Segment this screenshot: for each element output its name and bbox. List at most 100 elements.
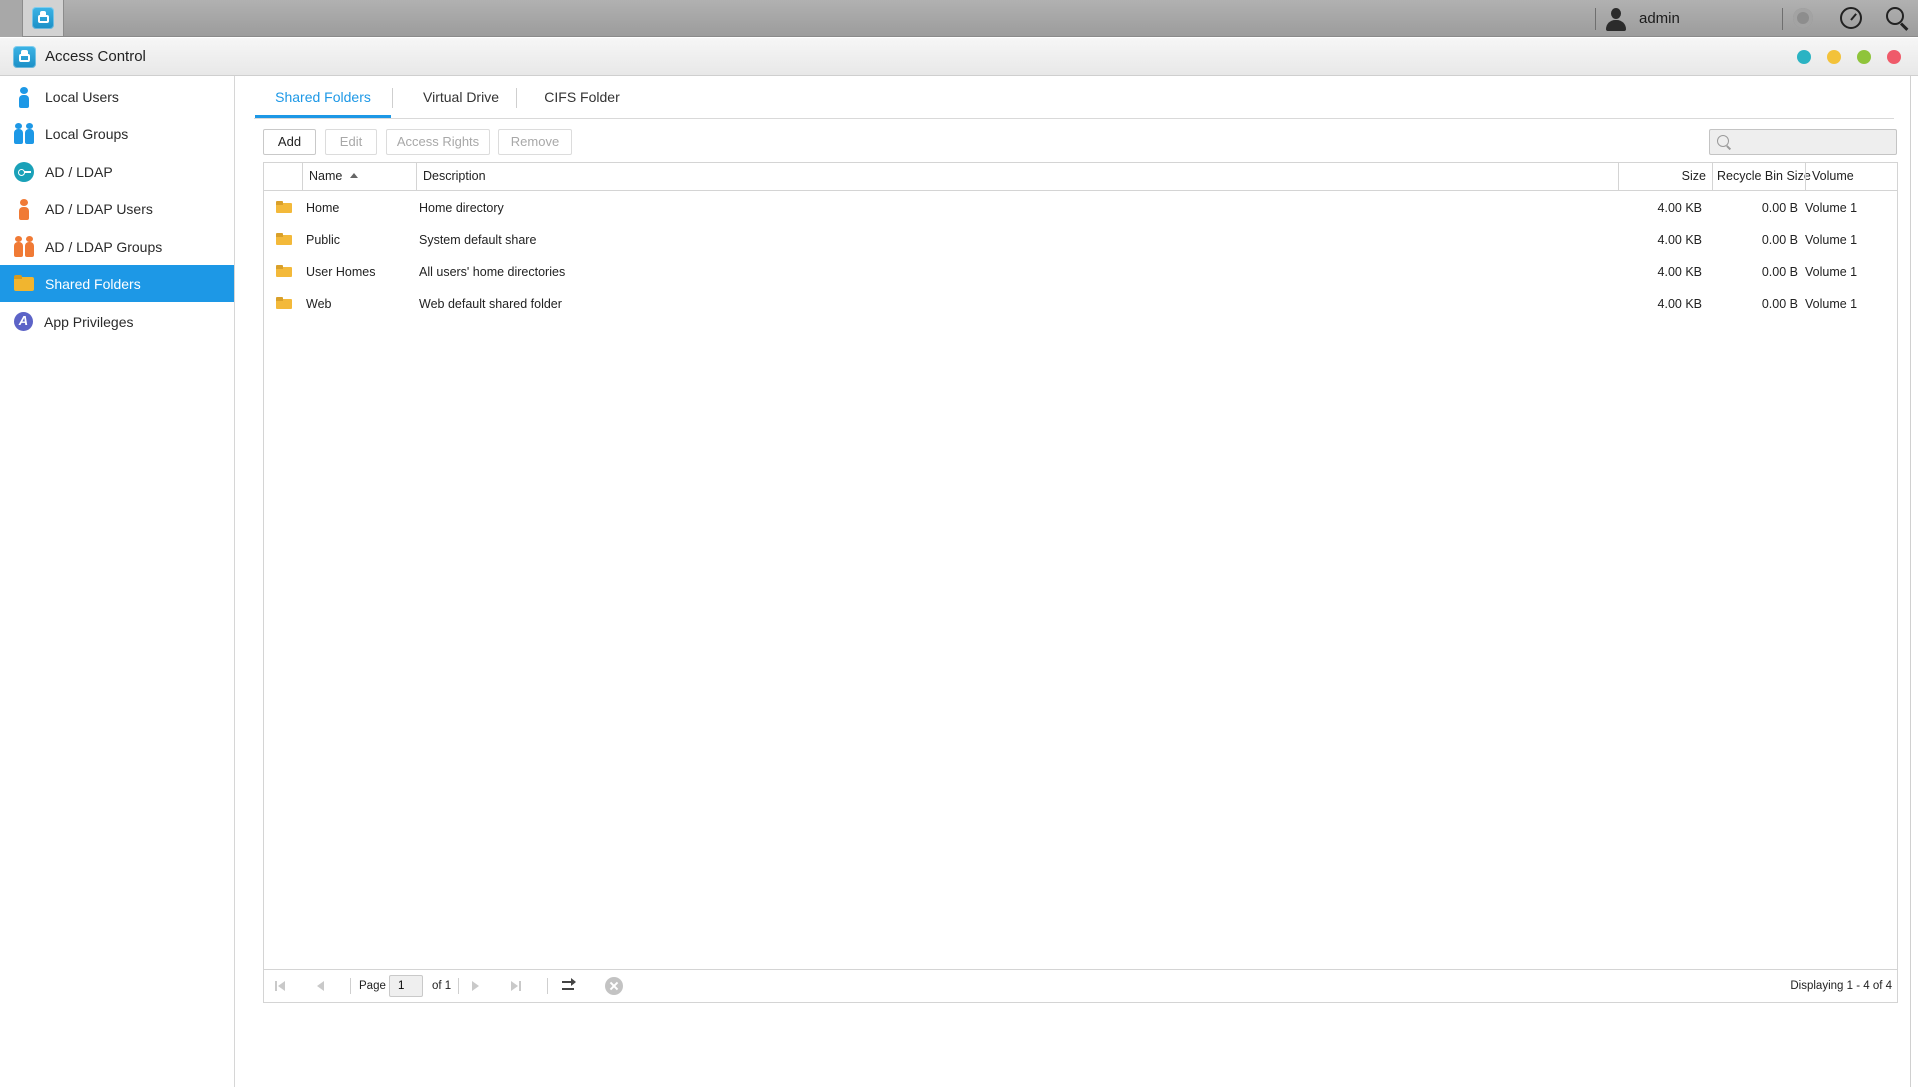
table-row[interactable]: Home Home directory 4.00 KB 0.00 B Volum… bbox=[264, 192, 1897, 224]
sidebar-item-label: Shared Folders bbox=[45, 275, 141, 292]
sidebar-item-label: AD / LDAP bbox=[45, 163, 113, 180]
folder-icon bbox=[276, 297, 292, 309]
first-page-icon[interactable] bbox=[272, 978, 288, 994]
tab-divider bbox=[392, 88, 393, 108]
cell-name: Public bbox=[306, 233, 341, 247]
close-button[interactable] bbox=[1887, 50, 1901, 64]
group-icon bbox=[14, 235, 34, 258]
table-header: Name Description Size Recycle Bin Size V… bbox=[264, 163, 1897, 191]
cell-recycle-bin-size: 0.00 B bbox=[1761, 201, 1798, 215]
window-titlebar: Access Control bbox=[0, 38, 1918, 76]
sidebar: Local Users Local Groups AD / LDAP AD / … bbox=[0, 76, 235, 1087]
person-icon bbox=[14, 198, 34, 220]
pager-display-info: Displaying 1 - 4 of 4 bbox=[1790, 980, 1892, 992]
taskbar-divider bbox=[1782, 8, 1783, 30]
column-header-size[interactable]: Size bbox=[1618, 163, 1712, 190]
table-row[interactable]: Public System default share 4.00 KB 0.00… bbox=[264, 224, 1897, 256]
app-privileges-icon bbox=[14, 312, 33, 331]
tab-shared-folders[interactable]: Shared Folders bbox=[255, 80, 391, 118]
shared-folders-table: Name Description Size Recycle Bin Size V… bbox=[263, 162, 1898, 1003]
sidebar-item-label: Local Users bbox=[45, 88, 119, 105]
tab-bar: Shared Folders Virtual Drive CIFS Folder bbox=[254, 80, 1894, 119]
window-title: Access Control bbox=[45, 48, 146, 65]
cell-size: 4.00 KB bbox=[1657, 297, 1702, 311]
notification-icon[interactable] bbox=[1790, 5, 1816, 31]
sidebar-item-shared-folders[interactable]: Shared Folders bbox=[0, 265, 234, 302]
folder-icon bbox=[276, 233, 292, 245]
taskbar-access-control-button[interactable] bbox=[23, 0, 64, 36]
group-icon bbox=[14, 122, 34, 145]
page-number-input[interactable] bbox=[389, 975, 423, 997]
user-icon[interactable] bbox=[1604, 7, 1628, 31]
pager-divider bbox=[547, 978, 548, 994]
cell-description: Web default shared folder bbox=[419, 297, 562, 311]
previous-page-icon[interactable] bbox=[312, 978, 328, 994]
person-icon bbox=[14, 86, 34, 108]
table-row[interactable]: Web Web default shared folder 4.00 KB 0.… bbox=[264, 288, 1897, 320]
pagination-bar: Page of 1 Displaying 1 - 4 of 4 bbox=[264, 969, 1897, 1002]
page-count-label: of 1 bbox=[432, 980, 452, 992]
next-page-icon[interactable] bbox=[468, 978, 484, 994]
sidebar-item-ad-ldap-groups[interactable]: AD / LDAP Groups bbox=[0, 228, 234, 265]
taskbar-left-strip bbox=[0, 0, 23, 37]
access-rights-button[interactable]: Access Rights bbox=[386, 129, 490, 155]
cell-name: User Homes bbox=[306, 265, 376, 279]
access-control-app-icon bbox=[13, 46, 36, 68]
column-header-name[interactable]: Name bbox=[302, 163, 416, 190]
stop-loading-icon[interactable] bbox=[605, 977, 623, 995]
table-row[interactable]: User Homes All users' home directories 4… bbox=[264, 256, 1897, 288]
tab-cifs-folder[interactable]: CIFS Folder bbox=[526, 80, 638, 118]
search-input[interactable] bbox=[1734, 132, 1896, 154]
taskbar: admin bbox=[0, 0, 1918, 37]
restore-button[interactable] bbox=[1857, 50, 1871, 64]
cell-recycle-bin-size: 0.00 B bbox=[1761, 265, 1798, 279]
access-control-app-icon bbox=[32, 7, 54, 29]
last-page-icon[interactable] bbox=[508, 978, 524, 994]
username[interactable]: admin bbox=[1639, 10, 1680, 27]
pager-divider bbox=[350, 978, 351, 994]
pager-divider bbox=[458, 978, 459, 994]
search-field[interactable] bbox=[1709, 129, 1897, 155]
cell-recycle-bin-size: 0.00 B bbox=[1761, 233, 1798, 247]
page-label: Page bbox=[359, 980, 386, 992]
cell-description: System default share bbox=[419, 233, 537, 247]
folder-icon bbox=[276, 265, 292, 277]
add-button[interactable]: Add bbox=[263, 129, 316, 155]
cell-volume: Volume 1 bbox=[1805, 233, 1858, 247]
cell-name: Home bbox=[306, 201, 340, 215]
cell-recycle-bin-size: 0.00 B bbox=[1761, 297, 1798, 311]
sidebar-item-ad-ldap-users[interactable]: AD / LDAP Users bbox=[0, 190, 234, 227]
sidebar-item-app-privileges[interactable]: App Privileges bbox=[0, 303, 234, 340]
cell-size: 4.00 KB bbox=[1657, 233, 1702, 247]
column-header-description[interactable]: Description bbox=[416, 163, 1618, 190]
window-right-edge bbox=[1910, 76, 1911, 1087]
remove-button[interactable]: Remove bbox=[498, 129, 572, 155]
maximize-button[interactable] bbox=[1827, 50, 1841, 64]
dashboard-gauge-icon[interactable] bbox=[1838, 5, 1864, 31]
cell-volume: Volume 1 bbox=[1805, 265, 1858, 279]
sidebar-item-label: App Privileges bbox=[44, 313, 134, 330]
cell-volume: Volume 1 bbox=[1805, 297, 1858, 311]
cell-volume: Volume 1 bbox=[1805, 201, 1858, 215]
column-header-label: Name bbox=[309, 169, 343, 183]
key-icon bbox=[14, 161, 34, 182]
cell-description: Home directory bbox=[419, 201, 504, 215]
search-icon[interactable] bbox=[1884, 5, 1910, 31]
minimize-button[interactable] bbox=[1797, 50, 1811, 64]
cell-size: 4.00 KB bbox=[1657, 265, 1702, 279]
tab-divider bbox=[516, 88, 517, 108]
sidebar-item-ad-ldap[interactable]: AD / LDAP bbox=[0, 153, 234, 190]
sidebar-item-local-users[interactable]: Local Users bbox=[0, 78, 234, 115]
sidebar-item-label: Local Groups bbox=[45, 125, 129, 142]
sidebar-item-label: AD / LDAP Users bbox=[45, 200, 153, 217]
search-icon bbox=[1717, 135, 1729, 147]
column-header-recycle-bin-size[interactable]: Recycle Bin Size bbox=[1712, 163, 1811, 190]
cell-description: All users' home directories bbox=[419, 265, 566, 279]
folder-icon bbox=[276, 201, 292, 213]
refresh-icon[interactable] bbox=[560, 978, 578, 994]
sort-ascending-icon bbox=[350, 173, 359, 178]
column-header-volume[interactable]: Volume bbox=[1805, 163, 1897, 190]
tab-virtual-drive[interactable]: Virtual Drive bbox=[401, 80, 521, 118]
sidebar-item-local-groups[interactable]: Local Groups bbox=[0, 115, 234, 152]
edit-button[interactable]: Edit bbox=[325, 129, 377, 155]
